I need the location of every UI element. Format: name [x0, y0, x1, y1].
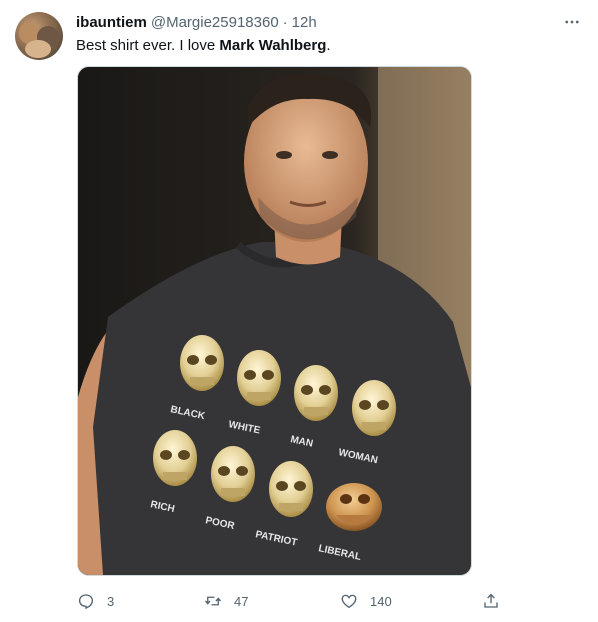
avatar-cat	[25, 40, 51, 58]
share-icon	[484, 593, 498, 608]
skull-graphic	[237, 350, 281, 406]
reply-icon	[78, 594, 94, 610]
ape-skull-graphic	[326, 483, 382, 531]
tweet-text-part: Best shirt ever. I love	[76, 37, 220, 54]
skull-graphic	[269, 461, 313, 517]
skull-graphic	[180, 335, 224, 391]
retweet-count: 47	[234, 593, 249, 609]
skull-graphic	[294, 365, 338, 421]
author-name[interactable]: ibauntiem	[76, 14, 147, 31]
photo-illustration: BLACK WHITE MAN WOMAN RICH POOR PATRIOT …	[78, 67, 471, 575]
like-count: 140	[370, 593, 392, 609]
more-horizontal-icon	[565, 20, 579, 24]
more-options-button[interactable]	[560, 12, 584, 32]
share-button[interactable]	[482, 588, 500, 614]
reply-count: 3	[107, 593, 115, 609]
heart-icon	[341, 594, 357, 609]
avatar[interactable]	[15, 12, 63, 60]
separator-dot: ·	[282, 13, 288, 31]
tweet-text-end: .	[326, 37, 331, 54]
retweet-button[interactable]: 47	[204, 588, 248, 614]
retweet-icon	[204, 596, 222, 606]
author-handle[interactable]: @Margie25918360	[151, 14, 279, 31]
skull-graphic	[153, 430, 197, 486]
tweet-header: ibauntiem @Margie25918360 · 12h	[76, 12, 317, 32]
reply-button[interactable]: 3	[77, 588, 114, 614]
tweet-photo[interactable]: BLACK WHITE MAN WOMAN RICH POOR PATRIOT …	[77, 66, 472, 576]
tweet[interactable]: ibauntiem @Margie25918360 · 12h Best shi…	[0, 0, 598, 622]
skull-graphic	[352, 380, 396, 436]
timestamp[interactable]: 12h	[292, 14, 317, 31]
skull-graphic	[211, 446, 255, 502]
tweet-text: Best shirt ever. I love Mark Wahlberg.	[76, 36, 331, 56]
tweet-text-bold: Mark Wahlberg	[219, 37, 327, 54]
like-button[interactable]: 140	[340, 588, 392, 614]
tweet-actions: 3 47 140	[0, 588, 598, 614]
